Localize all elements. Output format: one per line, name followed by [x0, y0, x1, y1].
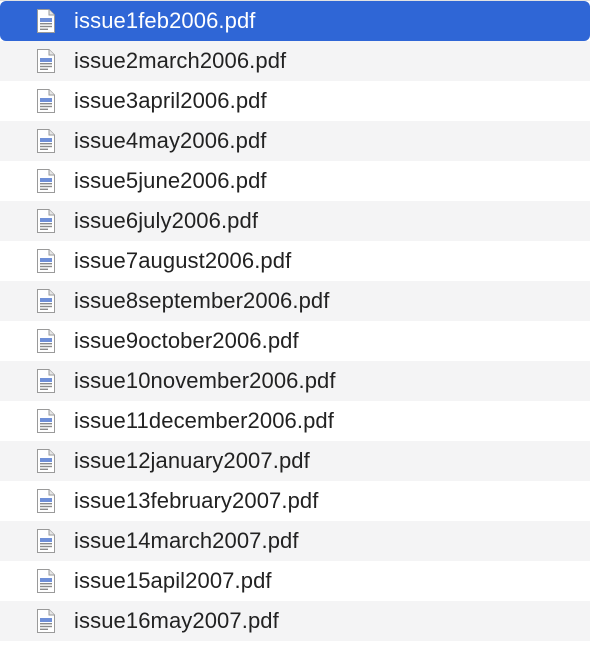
file-row[interactable]: issue5june2006.pdf — [0, 161, 590, 201]
pdf-file-icon — [36, 488, 56, 514]
pdf-file-icon — [36, 288, 56, 314]
pdf-file-icon — [36, 528, 56, 554]
file-name: issue10november2006.pdf — [74, 368, 336, 393]
file-name: issue13february2007.pdf — [74, 488, 319, 513]
pdf-file-icon — [36, 368, 56, 394]
file-row[interactable]: issue14march2007.pdf — [0, 521, 590, 561]
file-row[interactable]: issue11december2006.pdf — [0, 401, 590, 441]
file-name: issue11december2006.pdf — [74, 408, 334, 433]
pdf-file-icon — [36, 8, 56, 34]
file-list: issue1feb2006.pdf issue2march2006.pdf is… — [0, 1, 590, 641]
file-row[interactable]: issue7august2006.pdf — [0, 241, 590, 281]
file-row[interactable]: issue10november2006.pdf — [0, 361, 590, 401]
file-row[interactable]: issue15apil2007.pdf — [0, 561, 590, 601]
file-name: issue12january2007.pdf — [74, 448, 310, 473]
file-row[interactable]: issue1feb2006.pdf — [0, 1, 590, 41]
pdf-file-icon — [36, 128, 56, 154]
pdf-file-icon — [36, 48, 56, 74]
file-name: issue1feb2006.pdf — [74, 8, 256, 33]
file-name: issue15apil2007.pdf — [74, 568, 272, 593]
file-name: issue8september2006.pdf — [74, 288, 330, 313]
pdf-file-icon — [36, 568, 56, 594]
file-name: issue4may2006.pdf — [74, 128, 267, 153]
pdf-file-icon — [36, 208, 56, 234]
file-row[interactable]: issue8september2006.pdf — [0, 281, 590, 321]
pdf-file-icon — [36, 608, 56, 634]
pdf-file-icon — [36, 88, 56, 114]
file-row[interactable]: issue4may2006.pdf — [0, 121, 590, 161]
file-name: issue3april2006.pdf — [74, 88, 267, 113]
file-name: issue2march2006.pdf — [74, 48, 287, 73]
file-name: issue5june2006.pdf — [74, 168, 267, 193]
file-row[interactable]: issue6july2006.pdf — [0, 201, 590, 241]
pdf-file-icon — [36, 448, 56, 474]
file-row[interactable]: issue12january2007.pdf — [0, 441, 590, 481]
pdf-file-icon — [36, 168, 56, 194]
file-name: issue9october2006.pdf — [74, 328, 299, 353]
file-row[interactable]: issue2march2006.pdf — [0, 41, 590, 81]
pdf-file-icon — [36, 248, 56, 274]
pdf-file-icon — [36, 328, 56, 354]
file-row[interactable]: issue3april2006.pdf — [0, 81, 590, 121]
file-name: issue6july2006.pdf — [74, 208, 259, 233]
pdf-file-icon — [36, 408, 56, 434]
file-name: issue14march2007.pdf — [74, 528, 299, 553]
file-row[interactable]: issue16may2007.pdf — [0, 601, 590, 641]
file-row[interactable]: issue13february2007.pdf — [0, 481, 590, 521]
file-name: issue7august2006.pdf — [74, 248, 292, 273]
file-name: issue16may2007.pdf — [74, 608, 279, 633]
file-row[interactable]: issue9october2006.pdf — [0, 321, 590, 361]
